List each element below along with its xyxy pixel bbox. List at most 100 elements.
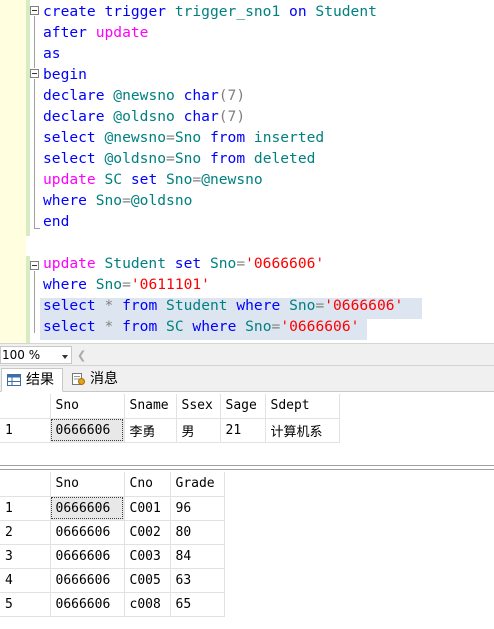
- row-number[interactable]: 1: [0, 496, 51, 521]
- table-cell[interactable]: 63: [170, 568, 225, 593]
- code-token: where: [236, 297, 281, 314]
- row-number[interactable]: 4: [0, 568, 51, 593]
- code-line[interactable]: update SC set Sno=@newsno: [43, 169, 263, 190]
- column-header[interactable]: Sno: [50, 394, 125, 419]
- code-line[interactable]: select * from Student where Sno='0666606…: [43, 295, 403, 316]
- code-token: Student: [95, 255, 175, 272]
- table-cell[interactable]: 96: [170, 496, 225, 521]
- code-line[interactable]: select @newsno=Sno from inserted: [43, 127, 324, 148]
- column-header[interactable]: Grade: [170, 472, 225, 497]
- row-number-header[interactable]: [0, 394, 51, 419]
- code-token: =: [122, 192, 131, 209]
- code-line[interactable]: after update: [43, 22, 148, 43]
- code-token: Sno: [236, 318, 272, 335]
- code-token: from: [209, 129, 246, 146]
- zoom-select[interactable]: 100 %: [0, 346, 72, 364]
- code-token: Sno: [174, 129, 210, 146]
- code-line[interactable]: end: [43, 211, 69, 232]
- table-cell[interactable]: C003: [124, 544, 171, 569]
- message-icon: [72, 373, 85, 385]
- code-token: =: [166, 150, 175, 167]
- code-line[interactable]: declare @newsno char(7): [43, 85, 245, 106]
- column-header[interactable]: Ssex: [176, 394, 221, 419]
- chevron-down-icon[interactable]: [62, 355, 68, 359]
- table-cell[interactable]: 李勇: [124, 418, 177, 443]
- code-token: SC: [157, 318, 193, 335]
- code-token: Sno: [86, 192, 123, 209]
- tab-results[interactable]: 结果: [1, 368, 63, 392]
- outline-line: [34, 79, 35, 228]
- code-token: =: [192, 171, 202, 188]
- table-cell[interactable]: c008: [124, 592, 171, 617]
- code-line[interactable]: update Student set Sno='0666606': [43, 253, 324, 274]
- code-token: end: [43, 213, 70, 230]
- table-row[interactable]: 1 0666606 李勇 男 21 计算机系: [0, 418, 340, 443]
- code-token: =: [271, 318, 281, 335]
- collapse-icon[interactable]: [30, 261, 39, 270]
- code-line[interactable]: select @oldsno=Sno from deleted: [43, 148, 315, 169]
- table-cell[interactable]: C005: [124, 568, 171, 593]
- table-row[interactable]: 1 0666606 C001 96: [0, 496, 225, 521]
- table-cell[interactable]: C001: [124, 496, 171, 521]
- result-grid-student[interactable]: Sno Sname Ssex Sage Sdept 1 0666606 李勇 男…: [0, 392, 494, 466]
- table-cell[interactable]: 男: [176, 418, 221, 443]
- code-line[interactable]: declare @oldsno char(7): [43, 106, 245, 127]
- code-token: select: [43, 297, 96, 314]
- code-token: from: [209, 150, 246, 167]
- zoom-bar: 100 % ❮: [0, 343, 494, 366]
- table-cell[interactable]: 0666606: [50, 592, 125, 617]
- column-header[interactable]: Cno: [124, 472, 171, 497]
- row-number[interactable]: 1: [0, 418, 51, 443]
- table-cell[interactable]: 0666606: [50, 418, 125, 443]
- code-token: @newsno: [104, 87, 184, 104]
- table-cell[interactable]: 0666606: [50, 568, 125, 593]
- code-line[interactable]: as: [43, 43, 61, 64]
- column-header[interactable]: Sname: [124, 394, 177, 419]
- table-cell[interactable]: C002: [124, 520, 171, 545]
- table-cell[interactable]: 84: [170, 544, 225, 569]
- code-token: @oldsno: [104, 108, 184, 125]
- column-header[interactable]: Sage: [220, 394, 266, 419]
- code-token: Sno: [280, 297, 316, 314]
- collapse-icon[interactable]: [30, 6, 39, 15]
- row-number[interactable]: 2: [0, 520, 51, 545]
- code-token: where: [192, 318, 237, 335]
- code-line[interactable]: select * from SC where Sno='0666606': [43, 316, 359, 337]
- code-line[interactable]: where Sno='0611101': [43, 274, 210, 295]
- table-cell[interactable]: 80: [170, 520, 225, 545]
- table-cell[interactable]: 0666606: [50, 544, 125, 569]
- sql-editor[interactable]: create trigger trigger_sno1 on Student af…: [0, 0, 494, 343]
- code-token: =: [166, 129, 175, 146]
- table-cell[interactable]: 21: [220, 418, 266, 443]
- tab-messages[interactable]: 消息: [66, 368, 126, 392]
- code-token: inserted: [245, 129, 325, 146]
- table-row[interactable]: 5 0666606 c008 65: [0, 592, 225, 617]
- result-grid-sc[interactable]: Sno Cno Grade 1 0666606 C001 96 2 066660…: [0, 469, 494, 629]
- code-line[interactable]: where Sno=@oldsno: [43, 190, 192, 211]
- tab-results-label: 结果: [26, 372, 54, 388]
- code-token: char: [183, 108, 219, 125]
- code-token: set: [174, 255, 202, 272]
- table-row[interactable]: 3 0666606 C003 84: [0, 544, 225, 569]
- code-token: Sno: [86, 276, 123, 293]
- code-token: '0666606': [324, 297, 404, 314]
- column-header[interactable]: Sno: [50, 472, 125, 497]
- table-cell[interactable]: 计算机系: [265, 418, 340, 443]
- code-token: Student: [306, 3, 377, 20]
- table-row[interactable]: 4 0666606 C005 63: [0, 568, 225, 593]
- table-cell[interactable]: 65: [170, 592, 225, 617]
- table-cell[interactable]: 0666606: [50, 496, 125, 521]
- column-header[interactable]: Sdept: [265, 394, 340, 419]
- code-line[interactable]: create trigger trigger_sno1 on Student: [43, 1, 377, 22]
- row-number-header[interactable]: [0, 472, 51, 497]
- scroll-left-icon[interactable]: ❮: [77, 349, 86, 362]
- collapse-icon[interactable]: [30, 69, 39, 78]
- row-number[interactable]: 5: [0, 592, 51, 617]
- table-cell[interactable]: 0666606: [50, 520, 125, 545]
- code-line[interactable]: begin: [43, 64, 87, 85]
- row-number[interactable]: 3: [0, 544, 51, 569]
- table-row[interactable]: 2 0666606 C002 80: [0, 520, 225, 545]
